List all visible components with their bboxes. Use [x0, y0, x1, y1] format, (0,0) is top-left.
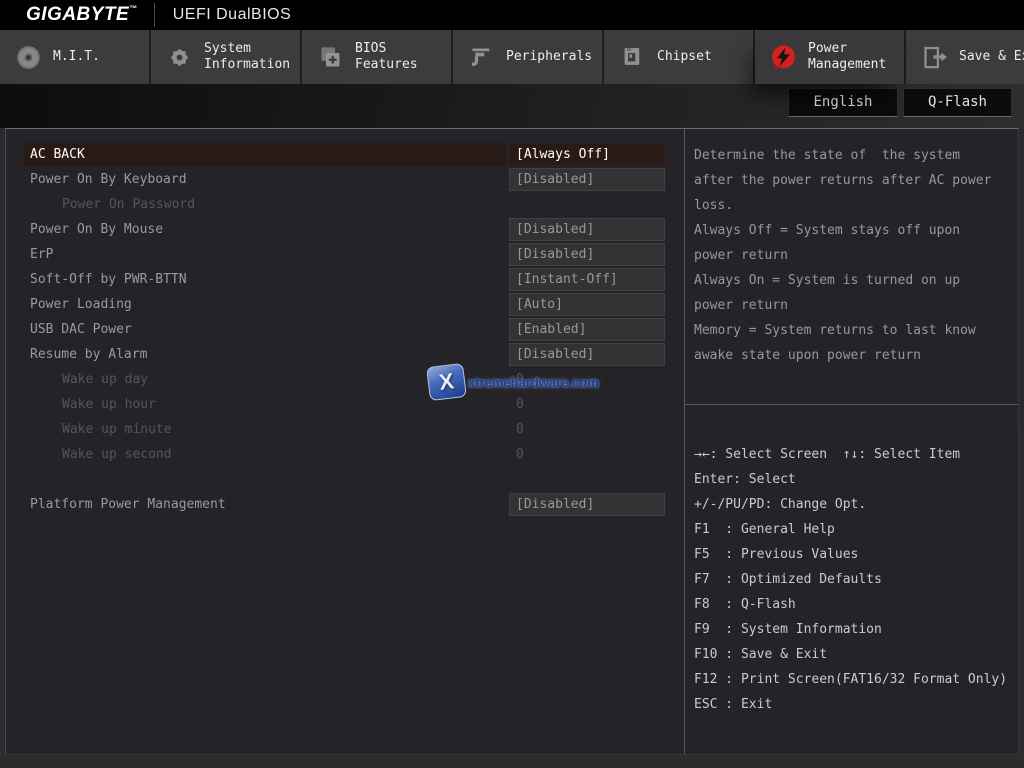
setting-label: AC BACK: [24, 143, 506, 166]
setting-label: Power Loading: [24, 293, 506, 316]
tab-save-exit[interactable]: Save & Exit: [906, 30, 1024, 84]
shortcut-line: Enter: Select: [694, 467, 1014, 492]
setting-value[interactable]: [Enabled]: [509, 318, 665, 341]
tab-power-management[interactable]: Power Management: [755, 30, 904, 84]
tab-label: BIOS Features: [355, 41, 451, 73]
tab-system-information[interactable]: System Information: [151, 30, 300, 84]
setting-value: 0: [509, 368, 665, 391]
item-help-text: Determine the state of the systemafter t…: [694, 143, 1014, 368]
help-panel: Determine the state of the systemafter t…: [684, 129, 1018, 754]
setting-label: Power On By Mouse: [24, 218, 506, 241]
settings-spacer-row: [6, 468, 684, 493]
setting-value[interactable]: [Always Off]: [509, 143, 665, 166]
shortcut-line: →←: Select Screen ↑↓: Select Item: [694, 442, 1014, 467]
tab-label: Power Management: [808, 41, 904, 73]
setting-value[interactable]: [Disabled]: [509, 243, 665, 266]
help-line: after the power returns after AC power: [694, 168, 1014, 193]
setting-label: Wake up minute: [24, 418, 506, 441]
help-divider: [685, 404, 1018, 405]
help-line: Always On = System is turned on up: [694, 268, 1014, 293]
shortcut-line: +/-/PU/PD: Change Opt.: [694, 492, 1014, 517]
shortcut-line: F10 : Save & Exit: [694, 642, 1014, 667]
setting-row-power-on-by-mouse[interactable]: Power On By Mouse[Disabled]: [6, 218, 684, 243]
setting-row-wake-up-hour[interactable]: Wake up hour0: [6, 393, 684, 418]
help-line: Always Off = System stays off upon: [694, 218, 1014, 243]
help-line: power return: [694, 293, 1014, 318]
title-bar: GIGABYTE™ UEFI DualBIOS: [0, 0, 1024, 30]
peripherals-plug-icon: [466, 42, 496, 72]
setting-value[interactable]: [Disabled]: [509, 168, 665, 191]
setting-row-platform-power-management[interactable]: Platform Power Management[Disabled]: [6, 493, 684, 518]
setting-row-soft-off-by-pwr-bttn[interactable]: Soft-Off by PWR-BTTN[Instant-Off]: [6, 268, 684, 293]
tab-label: System Information: [204, 41, 300, 73]
setting-label: Soft-Off by PWR-BTTN: [24, 268, 506, 291]
setting-value: 0: [509, 393, 665, 416]
shortcut-line: F1 : General Help: [694, 517, 1014, 542]
tab-m-i-t[interactable]: M.I.T.: [0, 30, 149, 84]
help-line: awake state upon power return: [694, 343, 1014, 368]
gigabyte-logo: GIGABYTE™: [26, 4, 138, 26]
setting-label: USB DAC Power: [24, 318, 506, 341]
chipset-icon: [617, 42, 647, 72]
bios-title: UEFI DualBIOS: [173, 6, 292, 24]
tab-label: Chipset: [657, 49, 753, 65]
tab-peripherals[interactable]: Peripherals: [453, 30, 602, 84]
setting-value: 0: [509, 418, 665, 441]
setting-label: Wake up hour: [24, 393, 506, 416]
quick-button-bar: English Q-Flash: [0, 88, 1024, 118]
setting-value[interactable]: [Disabled]: [509, 343, 665, 366]
setting-label: Power On By Keyboard: [24, 168, 506, 191]
setting-row-wake-up-second[interactable]: Wake up second0: [6, 443, 684, 468]
tab-label: M.I.T.: [53, 49, 149, 65]
language-button[interactable]: English: [788, 88, 898, 117]
main-menu-tabbar: M.I.T. System Information BIOS Features Per…: [0, 30, 1024, 84]
setting-value[interactable]: [Disabled]: [509, 493, 665, 516]
setting-value[interactable]: [Auto]: [509, 293, 665, 316]
shortcut-line: F8 : Q-Flash: [694, 592, 1014, 617]
save-exit-icon: [919, 42, 949, 72]
help-line: power return: [694, 243, 1014, 268]
setting-label: Resume by Alarm: [24, 343, 506, 366]
shortcut-line: ESC : Exit: [694, 692, 1014, 717]
help-line: loss.: [694, 193, 1014, 218]
setting-value[interactable]: [Disabled]: [509, 218, 665, 241]
setting-label: Platform Power Management: [24, 493, 506, 516]
setting-row-power-loading[interactable]: Power Loading[Auto]: [6, 293, 684, 318]
setting-label: Wake up day: [24, 368, 506, 391]
tab-chipset[interactable]: Chipset: [604, 30, 753, 84]
setting-row-wake-up-day[interactable]: Wake up day0: [6, 368, 684, 393]
setting-row-power-on-by-keyboard[interactable]: Power On By Keyboard[Disabled]: [6, 168, 684, 193]
keyboard-shortcuts: →←: Select Screen ↑↓: Select ItemEnter: …: [694, 442, 1014, 717]
help-line: Memory = System returns to last know: [694, 318, 1014, 343]
mit-dial-icon: [13, 42, 43, 72]
help-line: Determine the state of the system: [694, 143, 1014, 168]
tab-label: Peripherals: [506, 49, 602, 65]
shortcut-line: F5 : Previous Values: [694, 542, 1014, 567]
settings-panel: AC BACK[Always Off]Power On By Keyboard[…: [5, 128, 1019, 755]
setting-row-ac-back[interactable]: AC BACK[Always Off]: [6, 143, 684, 168]
setting-value[interactable]: [Instant-Off]: [509, 268, 665, 291]
qflash-button[interactable]: Q-Flash: [903, 88, 1012, 117]
setting-label: ErP: [24, 243, 506, 266]
shortcut-line: F9 : System Information: [694, 617, 1014, 642]
settings-list: AC BACK[Always Off]Power On By Keyboard[…: [6, 143, 684, 518]
trademark-symbol: ™: [129, 4, 138, 13]
bios-chip-plus-icon: [315, 42, 345, 72]
titlebar-divider: [154, 3, 155, 27]
setting-row-power-on-password[interactable]: Power On Password: [6, 193, 684, 218]
tab-bios-features[interactable]: BIOS Features: [302, 30, 451, 84]
setting-row-wake-up-minute[interactable]: Wake up minute0: [6, 418, 684, 443]
setting-label: Wake up second: [24, 443, 506, 466]
shortcut-line: F7 : Optimized Defaults: [694, 567, 1014, 592]
setting-row-erp[interactable]: ErP[Disabled]: [6, 243, 684, 268]
setting-value: 0: [509, 443, 665, 466]
power-bolt-icon: [768, 42, 798, 72]
setting-row-resume-by-alarm[interactable]: Resume by Alarm[Disabled]: [6, 343, 684, 368]
gear-icon: [164, 42, 194, 72]
setting-row-usb-dac-power[interactable]: USB DAC Power[Enabled]: [6, 318, 684, 343]
shortcut-line: F12 : Print Screen(FAT16/32 Format Only): [694, 667, 1014, 692]
tab-label: Save & Exit: [959, 49, 1024, 65]
setting-label: Power On Password: [24, 193, 506, 216]
